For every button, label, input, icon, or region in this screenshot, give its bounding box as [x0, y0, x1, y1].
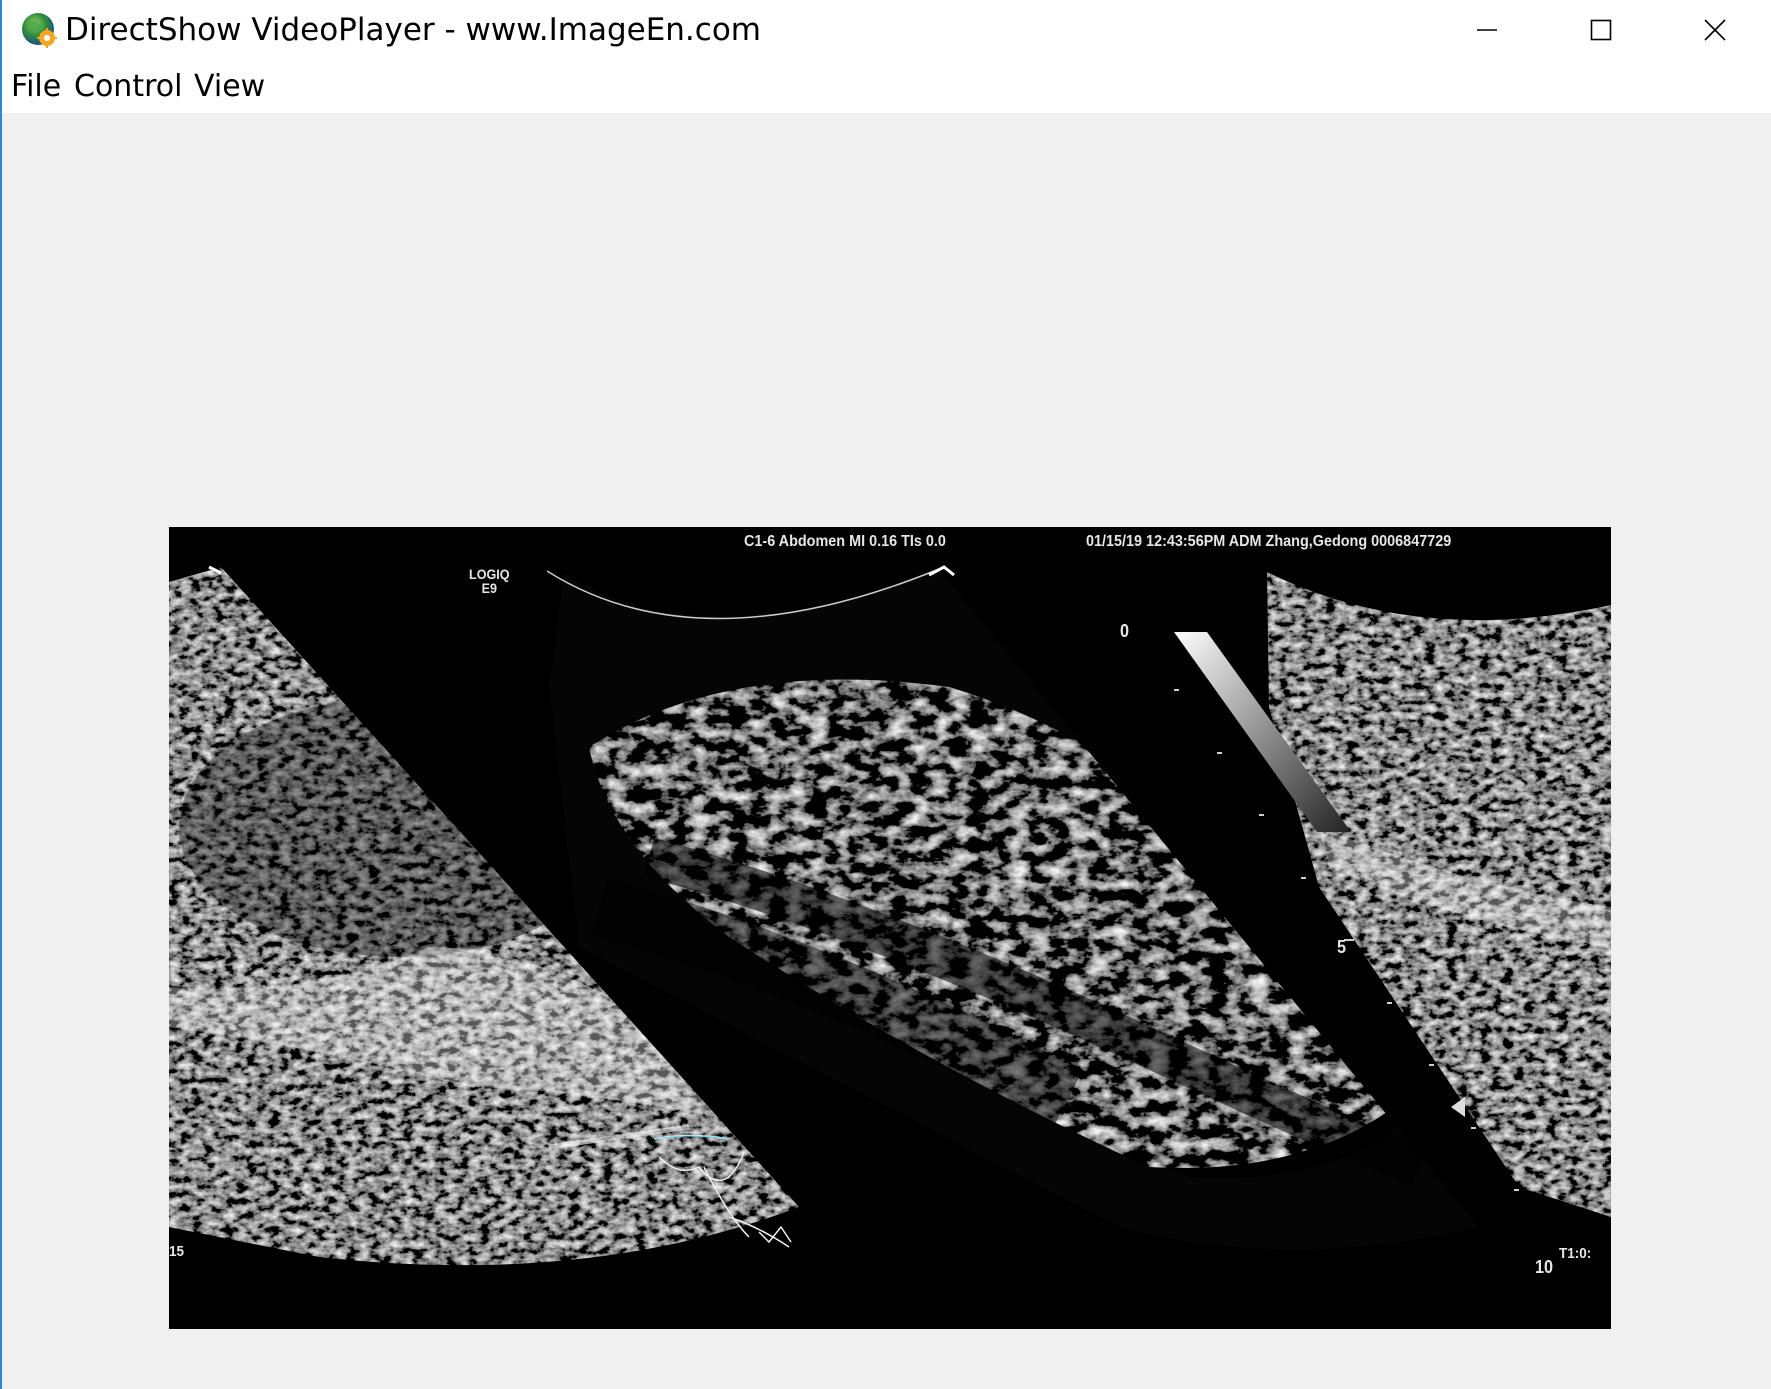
window-title: DirectShow VideoPlayer - www.ImageEn.com: [65, 12, 761, 48]
app-window: DirectShow VideoPlayer - www.ImageEn.com…: [0, 0, 1771, 1389]
device-model: E9: [481, 580, 498, 596]
title-bar[interactable]: DirectShow VideoPlayer - www.ImageEn.com: [2, 0, 1771, 60]
minimize-icon: [1477, 29, 1497, 31]
menu-control[interactable]: Control: [74, 69, 182, 105]
depth-label-10: 10: [1535, 1257, 1554, 1277]
device-name: LOGIQ: [469, 566, 510, 582]
globe-gear-icon[interactable]: [20, 11, 58, 49]
depth-label-5: 5: [1337, 937, 1347, 957]
maximize-button[interactable]: [1544, 0, 1658, 60]
probe-info-overlay: C1-6 Abdomen MI 0.16 TIs 0.0: [744, 533, 946, 550]
close-button[interactable]: [1658, 0, 1771, 60]
depth-label-0: 0: [1120, 621, 1130, 641]
menu-bar: File Control View: [2, 60, 1771, 113]
menu-file[interactable]: File: [11, 69, 61, 105]
video-display-area[interactable]: C1-6 Abdomen MI 0.16 TIs 0.0 01/15/19 12…: [2, 113, 1771, 1389]
minimize-button[interactable]: [1430, 0, 1544, 60]
maximize-icon: [1590, 19, 1612, 41]
t1-label: T1:0:: [1559, 1245, 1592, 1262]
video-frame[interactable]: C1-6 Abdomen MI 0.16 TIs 0.0 01/15/19 12…: [169, 527, 1611, 1329]
left-marker-label: 15: [169, 1243, 185, 1260]
close-icon: [1704, 19, 1726, 41]
device-label-overlay: LOGIQ E9: [469, 567, 510, 595]
menu-view[interactable]: View: [194, 69, 265, 105]
ultrasound-image: [169, 565, 1611, 1266]
session-info-overlay: 01/15/19 12:43:56PM ADM Zhang,Gedong 000…: [1086, 533, 1452, 550]
